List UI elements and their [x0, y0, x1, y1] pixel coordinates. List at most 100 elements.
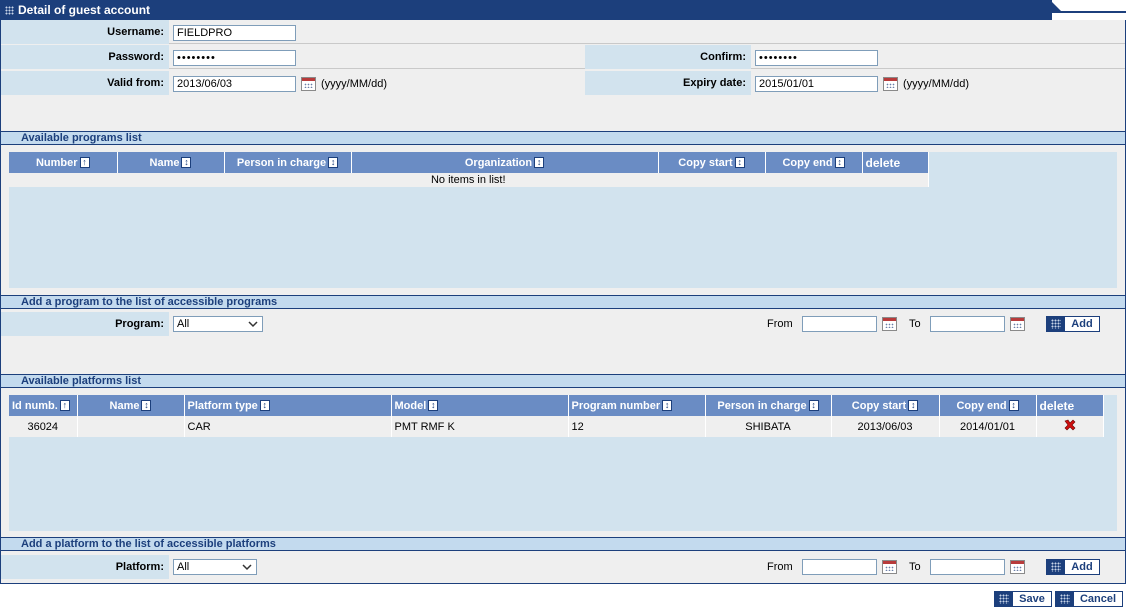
username-label: Username: [1, 20, 169, 44]
platforms-header-row: Id numb. ↑ Name ↕ Platform type ↕ Model ↕ Pr… [9, 395, 1104, 416]
platforms-section-header: Available platforms list [1, 374, 1125, 388]
password-row: Password: •••••••• Confirm: •••••••• [1, 45, 1125, 69]
platforms-table: Id numb. ↑ Name ↕ Platform type ↕ Model ↕ Pr… [9, 395, 1104, 437]
grip-icon [5, 6, 14, 16]
guest-account-panel: Username: FIELDPRO Password: •••••••• Co… [0, 20, 1126, 584]
title-bar-band: Detail of guest account [0, 0, 1050, 20]
grip-icon [995, 592, 1013, 606]
page-title: Detail of guest account [18, 3, 151, 17]
sort-icon[interactable]: ↕ [428, 400, 439, 412]
username-input[interactable]: FIELDPRO [173, 25, 296, 41]
platform-label: Platform: [1, 555, 169, 579]
col-platform-type[interactable]: Platform type ↕ [184, 395, 392, 416]
sort-icon[interactable]: ↕ [1008, 400, 1019, 412]
confirm-label: Confirm: [585, 45, 751, 69]
sort-icon[interactable]: ↕ [908, 400, 919, 412]
confirm-input[interactable]: •••••••• [755, 50, 878, 66]
calendar-icon[interactable] [301, 77, 316, 91]
platforms-list: Id numb. ↑ Name ↕ Platform type ↕ Model ↕ Pr… [9, 395, 1117, 531]
calendar-icon[interactable] [883, 77, 898, 91]
expiry-label: Expiry date: [585, 71, 751, 95]
table-row: 36024 CAR PMT RMF K 12 SHIBATA 2013/06/0… [9, 416, 1104, 437]
calendar-icon[interactable] [882, 560, 897, 574]
add-program-section-header: Add a program to the list of accessible … [1, 295, 1125, 309]
chevron-down-icon [242, 564, 252, 571]
valid-from-format: (yyyy/MM/dd) [321, 78, 387, 90]
cell-copy-end: 2014/01/01 [939, 416, 1037, 437]
sort-icon[interactable]: ↑ [59, 400, 70, 412]
cell-program-number: 12 [568, 416, 706, 437]
empty-list-message: No items in list! [9, 173, 929, 187]
col-copy-end[interactable]: Copy end ↕ [765, 152, 863, 173]
col-copy-start[interactable]: Copy start ↕ [658, 152, 766, 173]
platform-to-input[interactable] [930, 559, 1005, 575]
sort-icon[interactable]: ↕ [259, 400, 270, 412]
sort-icon[interactable]: ↕ [734, 157, 745, 169]
delete-x-icon[interactable] [1063, 418, 1077, 432]
sort-icon[interactable]: ↕ [662, 400, 673, 412]
sort-icon[interactable]: ↕ [141, 400, 152, 412]
col-copy-end[interactable]: Copy end ↕ [939, 395, 1037, 416]
program-select[interactable]: All [173, 316, 263, 332]
calendar-icon[interactable] [882, 317, 897, 331]
platform-select[interactable]: All [173, 559, 257, 575]
add-program-button[interactable]: Add [1046, 316, 1100, 332]
programs-section-header: Available programs list [1, 131, 1125, 145]
password-label: Password: [1, 45, 169, 69]
programs-table: Number ↑ Name ↕ Person in charge ↕ Organiza… [9, 152, 929, 187]
expiry-input[interactable]: 2015/01/01 [755, 76, 878, 92]
col-copy-start[interactable]: Copy start ↕ [831, 395, 940, 416]
col-program-number[interactable]: Program number ↕ [568, 395, 706, 416]
platform-from-input[interactable] [802, 559, 877, 575]
cell-copy-start: 2013/06/03 [831, 416, 940, 437]
save-button[interactable]: Save [994, 591, 1052, 607]
cell-person-in-charge: SHIBATA [705, 416, 832, 437]
programs-header-row: Number ↑ Name ↕ Person in charge ↕ Organiza… [9, 152, 929, 173]
title-bar-rule [1060, 11, 1126, 13]
program-from-label: From [767, 318, 793, 330]
platform-to-label: To [909, 561, 921, 573]
cell-model: PMT RMF K [391, 416, 569, 437]
program-from-input[interactable] [802, 316, 877, 332]
col-name[interactable]: Name ↕ [77, 395, 185, 416]
grip-icon [1056, 592, 1074, 606]
add-platform-button[interactable]: Add [1046, 559, 1100, 575]
program-selected-value: All [177, 318, 190, 330]
col-person-in-charge[interactable]: Person in charge ↕ [224, 152, 352, 173]
sort-icon[interactable]: ↕ [834, 157, 845, 169]
calendar-icon[interactable] [1010, 560, 1025, 574]
col-delete: delete [862, 152, 929, 173]
platform-from-label: From [767, 561, 793, 573]
programs-list: Number ↑ Name ↕ Person in charge ↕ Organiza… [9, 152, 1117, 288]
valid-from-input[interactable]: 2013/06/03 [173, 76, 296, 92]
title-tab-corner [1046, 0, 1062, 20]
programs-empty-row: No items in list! [9, 173, 929, 187]
sort-icon[interactable]: ↕ [808, 400, 819, 412]
dates-row: Valid from: 2013/06/03 (yyyy/MM/dd) Expi… [1, 71, 1125, 95]
sort-icon[interactable]: ↕ [328, 157, 339, 169]
cancel-button[interactable]: Cancel [1055, 591, 1123, 607]
chevron-down-icon [248, 321, 258, 328]
expiry-format: (yyyy/MM/dd) [903, 78, 969, 90]
password-input[interactable]: •••••••• [173, 50, 296, 66]
col-person-in-charge[interactable]: Person in charge ↕ [705, 395, 832, 416]
col-organization[interactable]: Organization ↕ [351, 152, 659, 173]
calendar-icon[interactable] [1010, 317, 1025, 331]
cell-id: 36024 [9, 416, 78, 437]
username-row: Username: FIELDPRO [1, 20, 1125, 44]
sort-icon[interactable]: ↕ [534, 157, 545, 169]
program-to-input[interactable] [930, 316, 1005, 332]
program-label: Program: [1, 312, 169, 336]
col-model[interactable]: Model ↕ [391, 395, 569, 416]
grip-icon [1047, 560, 1065, 574]
program-to-label: To [909, 318, 921, 330]
sort-icon[interactable]: ↕ [181, 157, 192, 169]
sort-icon[interactable]: ↑ [79, 157, 90, 169]
col-delete: delete [1036, 395, 1104, 416]
col-id-number[interactable]: Id numb. ↑ [9, 395, 78, 416]
platform-selected-value: All [177, 561, 190, 573]
col-name[interactable]: Name ↕ [117, 152, 225, 173]
cell-platform-type: CAR [184, 416, 392, 437]
col-number[interactable]: Number ↑ [9, 152, 118, 173]
cell-name [77, 416, 185, 437]
